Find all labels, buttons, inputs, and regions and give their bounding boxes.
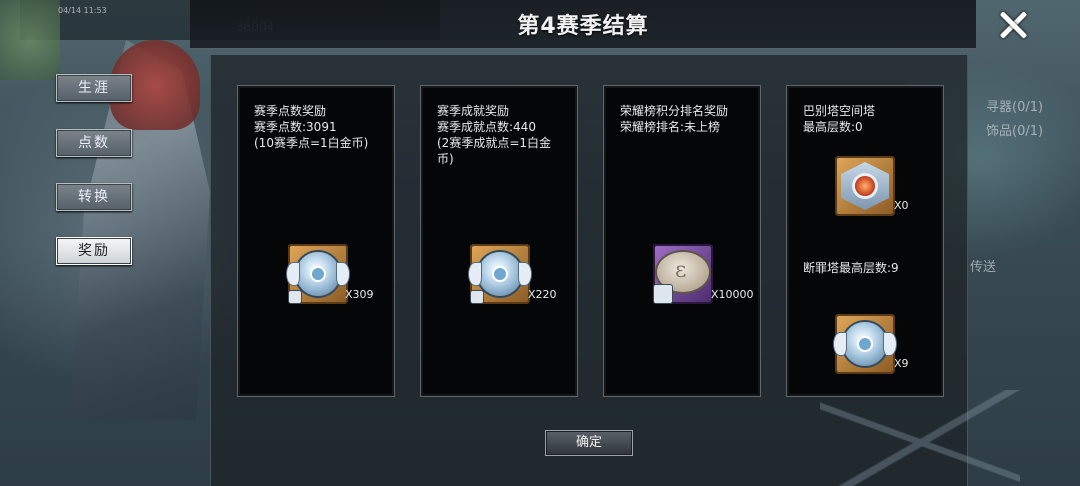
card-line: 赛季成就点数:440: [437, 120, 536, 134]
confirm-button[interactable]: 确定: [545, 430, 633, 456]
reward-quantity: X9: [894, 357, 909, 370]
dialog-title: 第4赛季结算: [517, 14, 649, 39]
tab-career[interactable]: 生涯: [56, 74, 132, 102]
reward-quantity: X309: [345, 288, 374, 301]
reward-card-babel-tower: 巴别塔空间塔 最高层数:0 X0 断罪塔最高层数:9 X9: [786, 85, 944, 397]
reward-card-season-points: 赛季点数奖励 赛季点数:3091 (10赛季点=1白金币) X309: [237, 85, 395, 397]
silver-coin-icon[interactable]: [653, 244, 713, 304]
card-line: 最高层数:0: [803, 120, 863, 134]
reward-quantity: X0: [894, 199, 909, 212]
background-date: 04/14 11:53: [58, 6, 107, 15]
reward-card-season-achievement: 赛季成就奖励 赛季成就点数:440 (2赛季成就点=1白金 币) X220: [420, 85, 578, 397]
tab-convert[interactable]: 转换: [56, 183, 132, 211]
card-heading: 巴别塔空间塔: [803, 104, 876, 118]
card-line: 荣耀榜排名:未上榜: [620, 120, 721, 134]
card-heading: 荣耀榜积分排名奖励: [620, 104, 729, 118]
background-label-2: 饰品(0/1): [986, 124, 1044, 139]
tab-points[interactable]: 点数: [56, 129, 132, 157]
background-label-1: 寻器(0/1): [986, 100, 1044, 115]
card-line: 币): [437, 152, 454, 166]
minimap: [0, 0, 60, 80]
panel-decoration: [820, 390, 1020, 486]
card-line: (10赛季点=1白金币): [254, 136, 369, 150]
card-heading: 赛季成就奖励: [437, 104, 510, 118]
platinum-medal-icon[interactable]: [833, 314, 897, 374]
card-heading: 赛季点数奖励: [254, 104, 327, 118]
reward-card-honor-ranking: 荣耀榜积分排名奖励 荣耀榜排名:未上榜 X10000: [603, 85, 761, 397]
tab-rewards[interactable]: 奖励: [56, 237, 132, 265]
close-icon[interactable]: [996, 8, 1030, 42]
reward-quantity: X220: [528, 288, 557, 301]
card-line: (2赛季成就点=1白金: [437, 136, 552, 150]
dialog-title-bar: 第4赛季结算: [190, 0, 976, 49]
tower-badge-icon[interactable]: [835, 156, 895, 216]
reward-quantity: X10000: [711, 288, 754, 301]
background-label-3: 传送: [970, 260, 997, 275]
card-subheading: 断罪塔最高层数:9: [803, 261, 899, 275]
platinum-medal-icon[interactable]: [468, 244, 532, 304]
card-line: 赛季点数:3091: [254, 120, 337, 134]
platinum-medal-icon[interactable]: [286, 244, 350, 304]
